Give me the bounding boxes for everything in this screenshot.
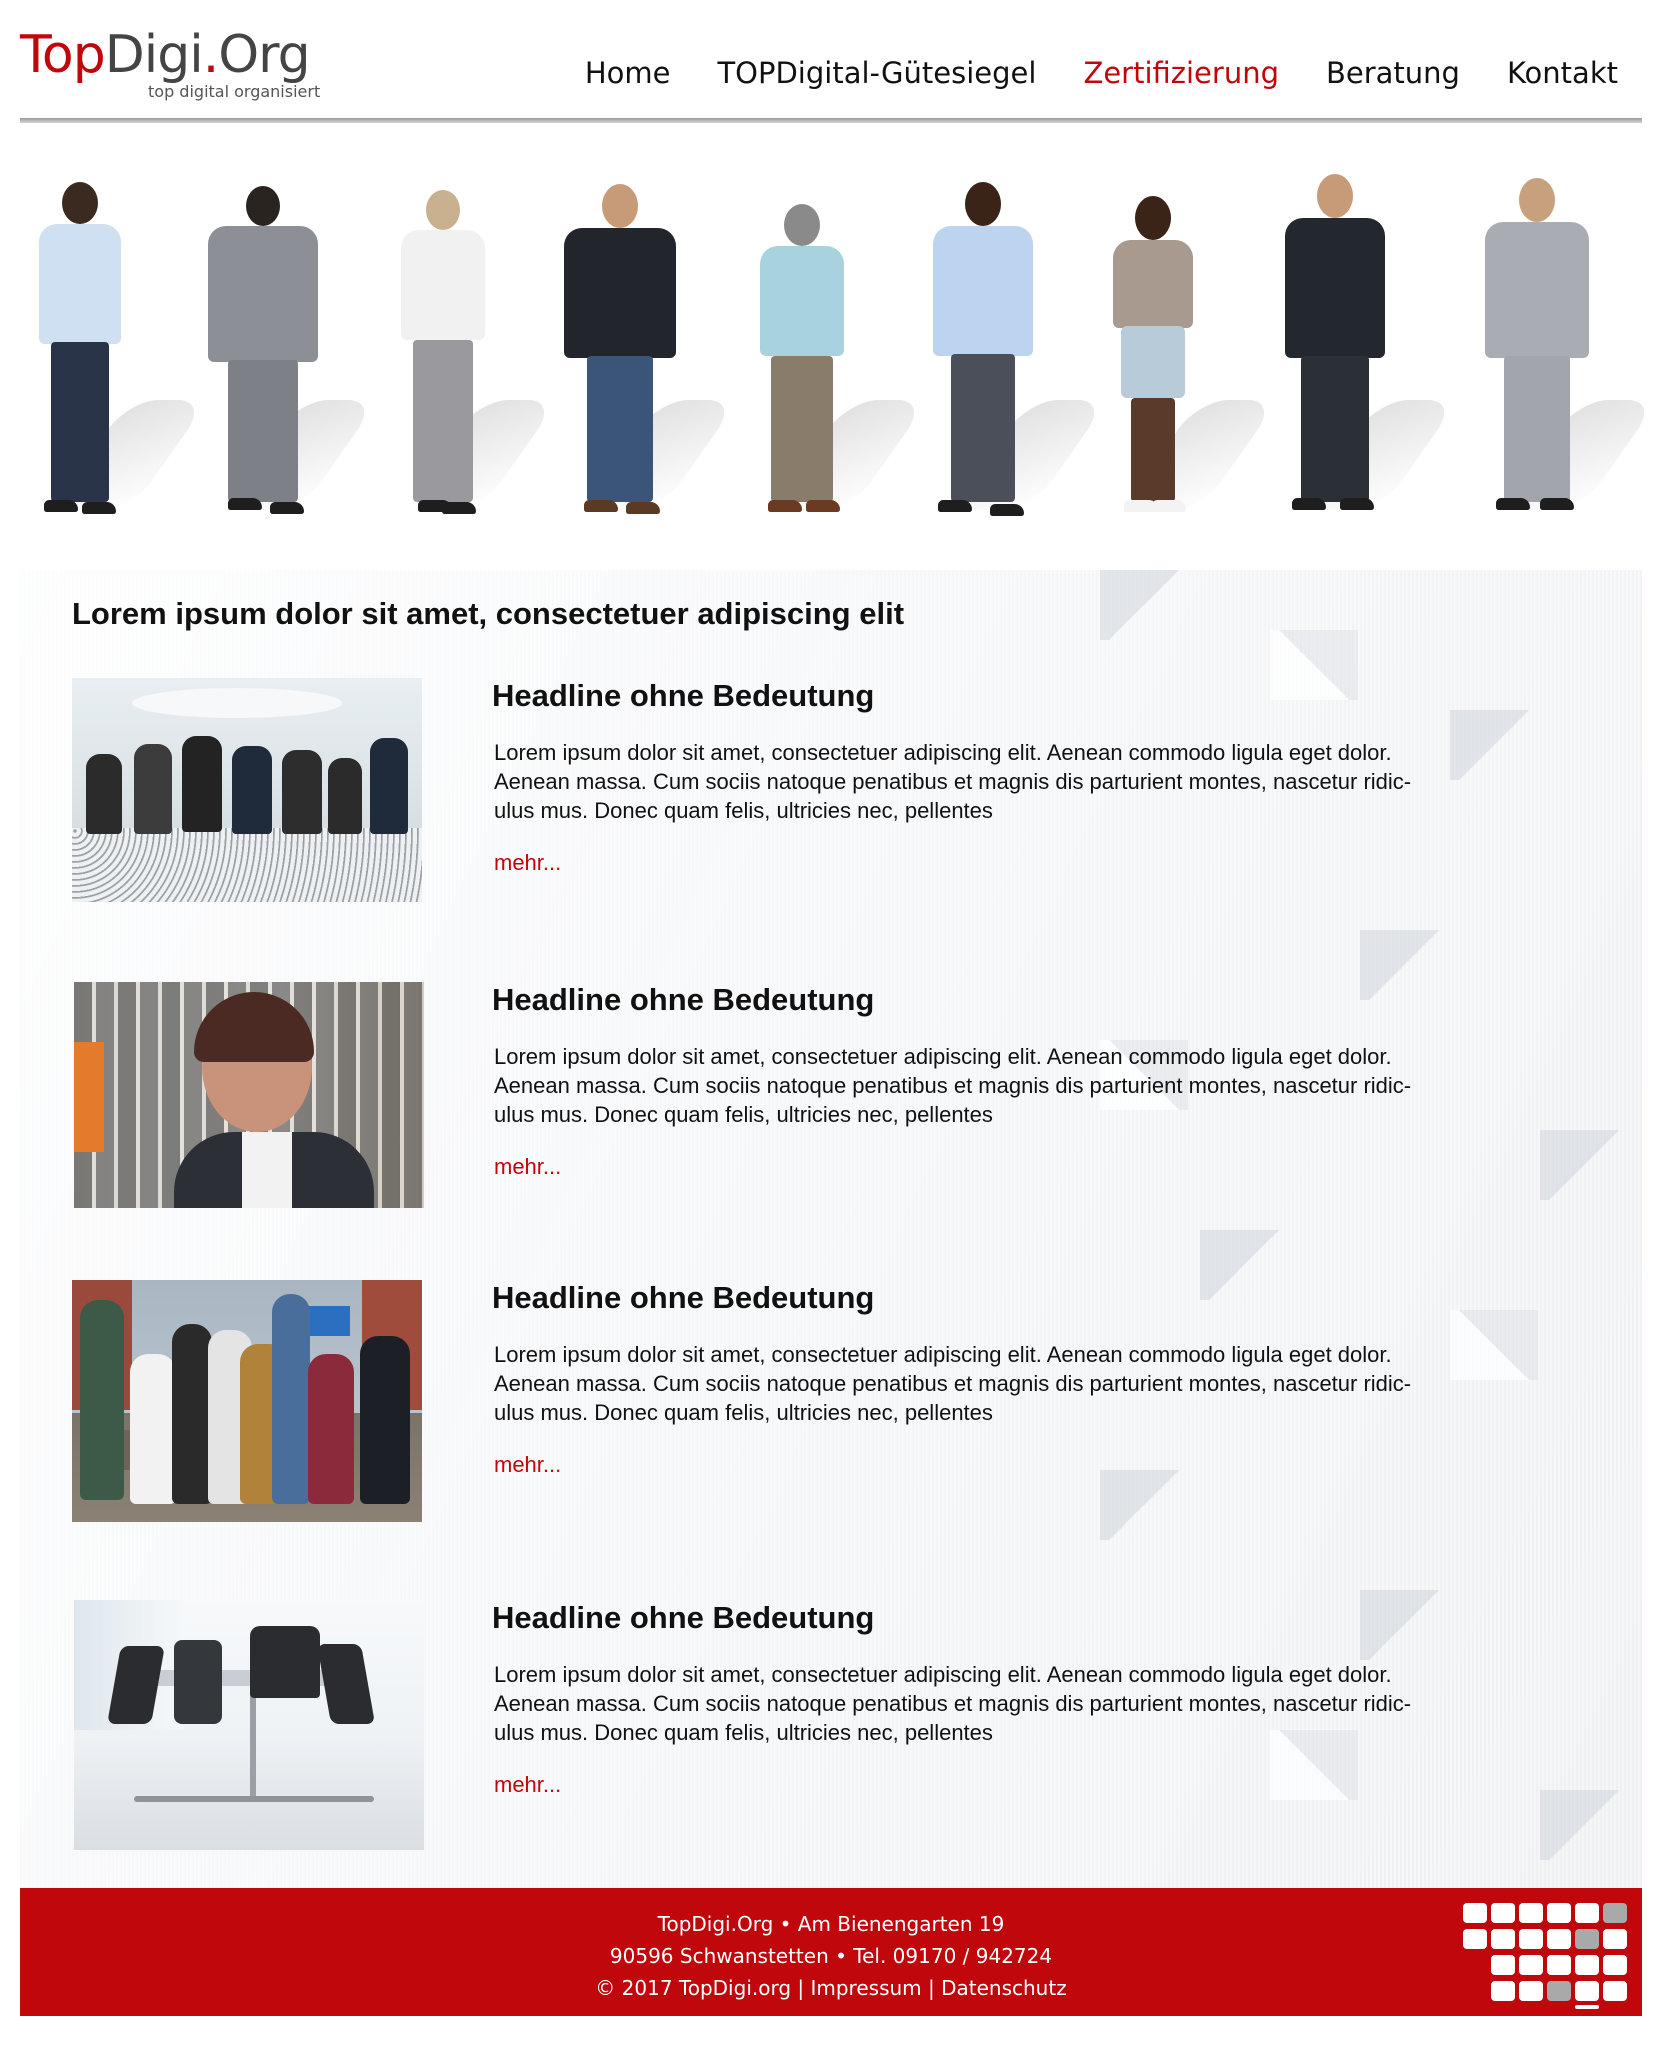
article-thumbnail-meeting-room[interactable]	[74, 1600, 424, 1850]
article-title: Headline ohne Bedeutung	[492, 1280, 875, 1315]
footer-separator: |	[921, 1976, 942, 2000]
site-footer: TopDigi.Org • Am Bienengarten 19 90596 S…	[20, 1888, 1642, 2016]
footer-copyright: © 2017 TopDigi.org	[595, 1976, 792, 2000]
footer-links-line: © 2017 TopDigi.org | Impressum | Datensc…	[20, 1972, 1642, 2004]
read-more-link[interactable]: mehr...	[494, 1772, 561, 1798]
hero-person	[550, 160, 690, 530]
article-thumbnail-portrait-photo[interactable]	[74, 982, 424, 1208]
hero-person	[198, 160, 328, 530]
article-thumbnail-group-photo[interactable]	[72, 1280, 422, 1522]
article-teaser: Headline ohne Bedeutung Lorem ipsum dolo…	[72, 1600, 1532, 1852]
hero-person	[20, 160, 140, 530]
read-more-link[interactable]: mehr...	[494, 1452, 561, 1478]
article-excerpt-line: ulus mus. Donec quam felis, ultricies ne…	[494, 1102, 993, 1127]
article-excerpt-line: Aenean massa. Cum sociis natoque penatib…	[494, 769, 1412, 794]
bg-pattern	[1540, 1790, 1628, 1860]
page-intro-heading: Lorem ipsum dolor sit amet, consectetuer…	[72, 596, 905, 631]
bg-pattern	[1540, 1130, 1628, 1200]
hero-person	[1472, 160, 1602, 530]
article-thumbnail-team-photo[interactable]	[72, 678, 422, 902]
main-navigation: Home TOPDigital-Gütesiegel Zertifizierun…	[585, 56, 1618, 90]
article-title: Headline ohne Bedeutung	[492, 678, 875, 713]
hero-person	[742, 160, 862, 530]
hero-banner-people	[20, 150, 1659, 540]
article-excerpt: Lorem ipsum dolor sit amet, consectetuer…	[494, 1042, 1494, 1129]
read-more-link[interactable]: mehr...	[494, 1154, 561, 1180]
footer-address-block: TopDigi.Org • Am Bienengarten 19 90596 S…	[20, 1908, 1642, 2004]
nav-item-guetesiegel[interactable]: TOPDigital-Gütesiegel	[717, 56, 1036, 90]
article-excerpt-line: Lorem ipsum dolor sit amet, consectetuer…	[494, 1662, 1392, 1687]
article-title: Headline ohne Bedeutung	[492, 1600, 875, 1635]
header-divider	[20, 118, 1642, 123]
footer-link-impressum[interactable]: Impressum	[810, 1976, 921, 2000]
article-teaser: Headline ohne Bedeutung Lorem ipsum dolo…	[72, 1280, 1532, 1524]
footer-separator: |	[791, 1976, 811, 2000]
footer-contact-line: 90596 Schwanstetten • Tel. 09170 / 94272…	[609, 1944, 1053, 1968]
article-teaser: Headline ohne Bedeutung Lorem ipsum dolo…	[72, 982, 1532, 1222]
logo-tagline: top digital organisiert	[148, 82, 321, 101]
hero-person	[1088, 160, 1218, 530]
footer-link-datenschutz[interactable]: Datenschutz	[941, 1976, 1067, 2000]
hero-person	[378, 160, 508, 530]
article-excerpt-line: Aenean massa. Cum sociis natoque penatib…	[494, 1371, 1412, 1396]
article-excerpt-line: ulus mus. Donec quam felis, ultricies ne…	[494, 1720, 993, 1745]
article-excerpt-line: Lorem ipsum dolor sit amet, consectetuer…	[494, 740, 1392, 765]
bg-pattern	[1100, 570, 1188, 640]
nav-item-zertifizierung[interactable]: Zertifizierung	[1083, 56, 1279, 90]
article-excerpt: Lorem ipsum dolor sit amet, consectetuer…	[494, 1660, 1494, 1747]
logo-wordmark: TopDigi.Org	[20, 25, 311, 85]
nav-item-beratung[interactable]: Beratung	[1326, 56, 1460, 90]
main-content: Lorem ipsum dolor sit amet, consectetuer…	[20, 570, 1642, 1888]
nav-item-home[interactable]: Home	[585, 56, 671, 90]
footer-address-line: TopDigi.Org • Am Bienengarten 19	[657, 1912, 1005, 1936]
article-teaser: Headline ohne Bedeutung Lorem ipsum dolo…	[72, 678, 1532, 918]
site-logo[interactable]: TopDigi.Org top digital organisiert	[20, 22, 320, 101]
article-excerpt-line: Lorem ipsum dolor sit amet, consectetuer…	[494, 1342, 1392, 1367]
article-title: Headline ohne Bedeutung	[492, 982, 875, 1017]
article-excerpt-line: ulus mus. Donec quam felis, ultricies ne…	[494, 798, 993, 823]
site-header: TopDigi.Org top digital organisiert Home…	[20, 0, 1642, 123]
article-excerpt: Lorem ipsum dolor sit amet, consectetuer…	[494, 1340, 1494, 1427]
article-excerpt-line: ulus mus. Donec quam felis, ultricies ne…	[494, 1400, 993, 1425]
nav-item-kontakt[interactable]: Kontakt	[1507, 56, 1618, 90]
read-more-link[interactable]: mehr...	[494, 850, 561, 876]
article-excerpt-line: Aenean massa. Cum sociis natoque penatib…	[494, 1691, 1412, 1716]
article-excerpt-line: Lorem ipsum dolor sit amet, consectetuer…	[494, 1044, 1392, 1069]
footer-pixel-logo-icon	[1463, 1903, 1631, 2009]
article-excerpt-line: Aenean massa. Cum sociis natoque penatib…	[494, 1073, 1412, 1098]
article-excerpt: Lorem ipsum dolor sit amet, consectetuer…	[494, 738, 1494, 825]
hero-person	[908, 160, 1058, 530]
hero-person	[1270, 160, 1400, 530]
